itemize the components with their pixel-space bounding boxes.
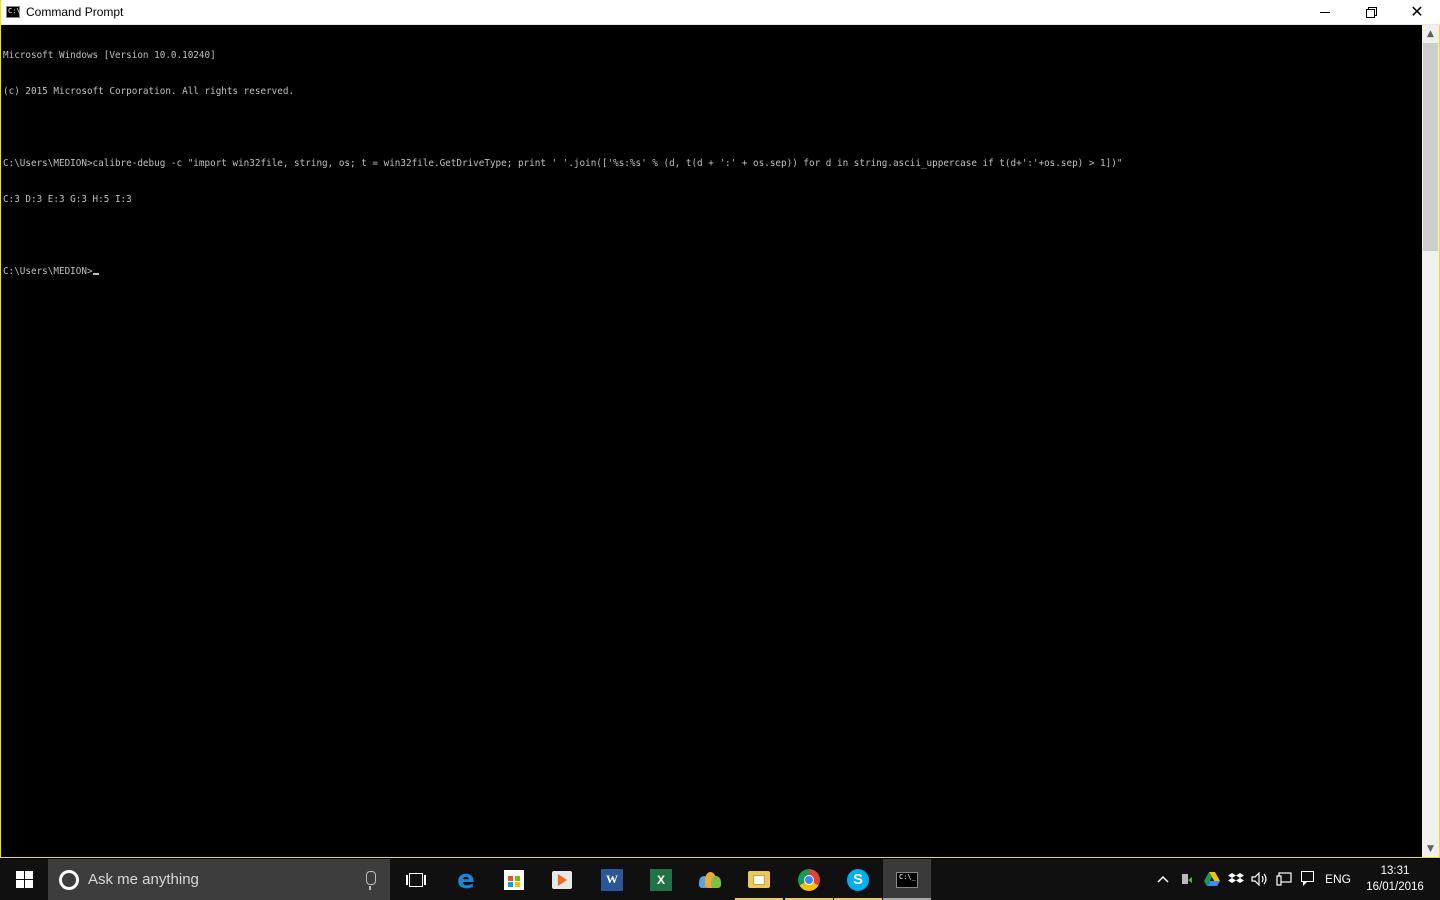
scroll-thumb[interactable] bbox=[1423, 43, 1438, 251]
folder-icon bbox=[748, 871, 770, 888]
word-icon: W bbox=[601, 868, 623, 891]
restore-button[interactable] bbox=[1348, 0, 1394, 24]
console-line: C:\Users\MEDION>calibre-debug -c "import… bbox=[3, 158, 1123, 169]
google-drive-icon[interactable] bbox=[1204, 871, 1220, 887]
cortana-search-box[interactable]: Ask me anything bbox=[48, 859, 390, 900]
chrome-taskbar-button[interactable] bbox=[785, 859, 833, 900]
excel-icon: X bbox=[650, 868, 672, 891]
close-icon: ✕ bbox=[1410, 2, 1424, 21]
task-view-icon bbox=[406, 872, 426, 888]
clock-time: 13:31 bbox=[1380, 865, 1410, 877]
input-language-indicator[interactable]: ENG bbox=[1325, 872, 1351, 886]
scroll-down-arrow-icon[interactable]: ▼ bbox=[1422, 840, 1439, 857]
window-title: Command Prompt bbox=[26, 5, 124, 19]
edge-taskbar-button[interactable]: e bbox=[442, 859, 490, 900]
dropbox-icon[interactable] bbox=[1228, 871, 1244, 887]
close-button[interactable]: ✕ bbox=[1394, 0, 1440, 24]
command-prompt-taskbar-button[interactable]: C:\_ bbox=[883, 859, 931, 900]
media-player-taskbar-button[interactable] bbox=[538, 859, 586, 900]
action-center-icon[interactable] bbox=[1301, 871, 1314, 886]
power-plug-icon[interactable] bbox=[1179, 871, 1195, 887]
search-placeholder: Ask me anything bbox=[88, 871, 199, 888]
command-prompt-window: C:\ Command Prompt ✕ Microsoft Windows [… bbox=[0, 0, 1440, 858]
task-view-button[interactable] bbox=[392, 859, 440, 900]
edge-icon: e bbox=[457, 864, 475, 895]
restore-icon bbox=[1366, 7, 1377, 18]
skype-icon: S bbox=[847, 868, 869, 891]
skype-taskbar-button[interactable]: S bbox=[834, 859, 882, 900]
console-output[interactable]: Microsoft Windows [Version 10.0.10240] (… bbox=[3, 25, 1421, 856]
vertical-scrollbar[interactable]: ▲ ▼ bbox=[1422, 25, 1439, 857]
network-icon[interactable] bbox=[1276, 871, 1292, 887]
minimize-button[interactable] bbox=[1302, 0, 1348, 24]
microphone-icon[interactable] bbox=[366, 871, 376, 890]
word-taskbar-button[interactable]: W bbox=[588, 859, 636, 900]
taskbar: Ask me anything e W X S C:\_ ENG 13:31 1… bbox=[0, 859, 1440, 900]
people-icon bbox=[698, 870, 722, 890]
start-button[interactable] bbox=[0, 859, 48, 900]
clock-date: 16/01/2016 bbox=[1366, 881, 1424, 893]
console-line: Microsoft Windows [Version 10.0.10240] bbox=[3, 50, 216, 61]
volume-icon[interactable] bbox=[1251, 871, 1269, 887]
store-taskbar-button[interactable] bbox=[490, 859, 538, 900]
store-icon bbox=[504, 869, 524, 890]
media-player-icon bbox=[552, 870, 572, 889]
command-prompt-icon: C:\_ bbox=[896, 871, 918, 888]
cmd-window-icon[interactable]: C:\ bbox=[6, 6, 21, 18]
console-line: (c) 2015 Microsoft Corporation. All righ… bbox=[3, 86, 295, 97]
chrome-icon bbox=[798, 868, 820, 891]
file-explorer-taskbar-button[interactable] bbox=[735, 859, 783, 900]
scroll-up-arrow-icon[interactable]: ▲ bbox=[1422, 25, 1439, 42]
system-clock[interactable]: 13:31 16/01/2016 bbox=[1362, 863, 1428, 895]
console-line: C:3 D:3 E:3 G:3 H:5 I:3 bbox=[3, 194, 132, 205]
excel-taskbar-button[interactable]: X bbox=[637, 859, 685, 900]
cortana-icon bbox=[59, 870, 79, 890]
windows-logo-icon bbox=[15, 871, 33, 888]
show-hidden-icons-chevron-icon[interactable] bbox=[1156, 871, 1170, 887]
console-prompt: C:\Users\MEDION> bbox=[3, 266, 93, 277]
title-bar[interactable]: C:\ Command Prompt ✕ bbox=[1, 0, 1440, 25]
people-taskbar-button[interactable] bbox=[686, 859, 734, 900]
console-prompt-line[interactable]: C:\Users\MEDION> bbox=[3, 266, 1421, 278]
minimize-icon bbox=[1320, 11, 1330, 13]
text-cursor bbox=[92, 273, 99, 275]
